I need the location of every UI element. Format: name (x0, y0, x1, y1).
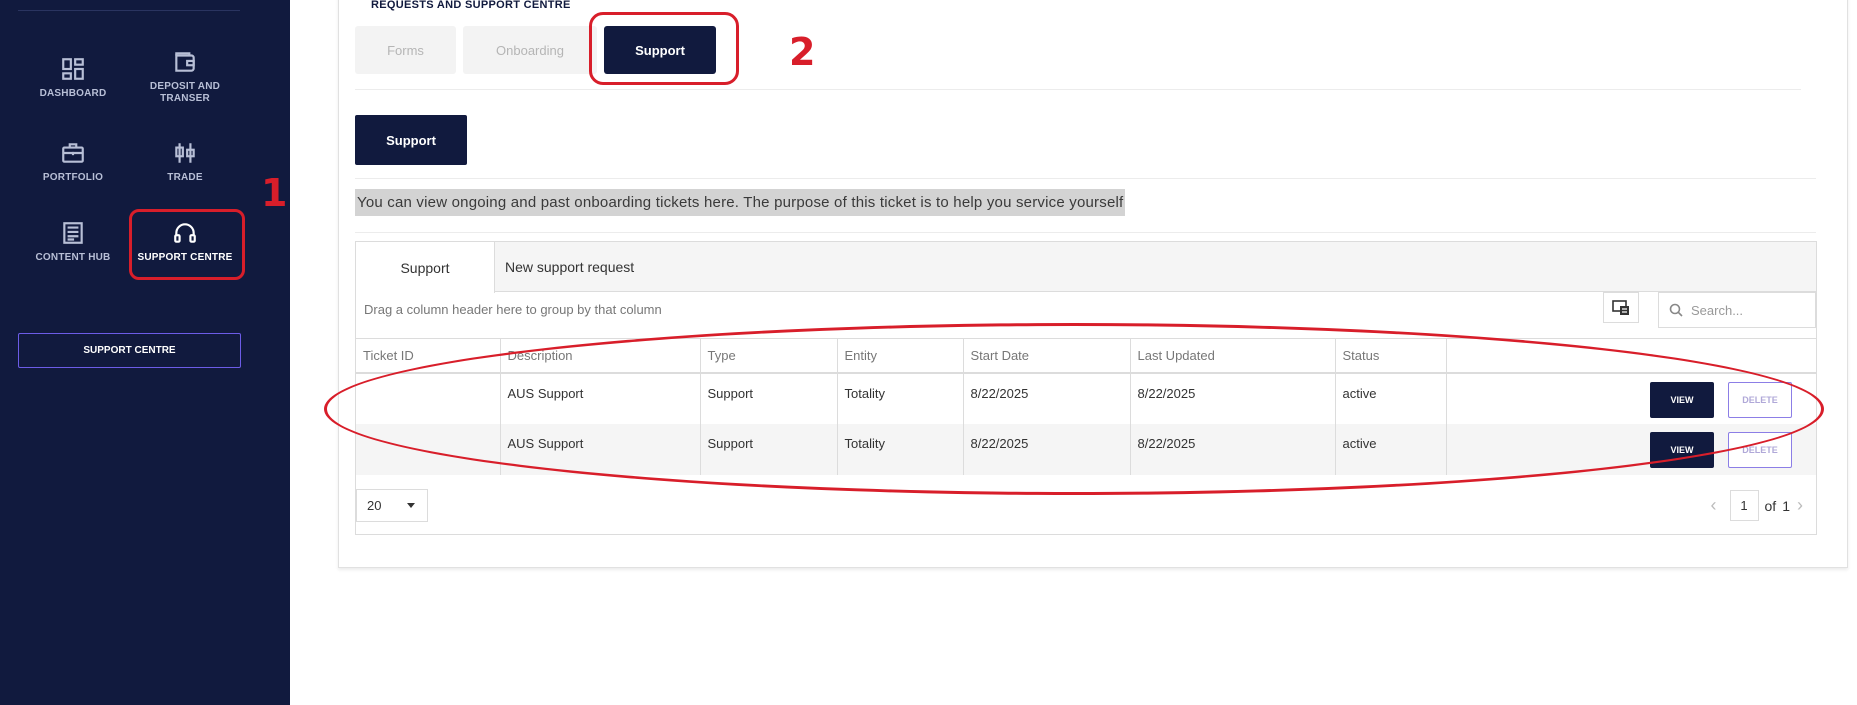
chevron-left-icon[interactable]: ‹ (1704, 495, 1724, 516)
caret-down-icon (407, 503, 415, 508)
newspaper-icon (63, 222, 83, 244)
annotation-number-1: 1 (261, 171, 288, 215)
annotation-ellipse-table (324, 323, 1824, 495)
pager-total: 1 (1782, 497, 1790, 514)
divider (355, 89, 1801, 90)
sidebar-item-dashboard[interactable]: DASHBOARD (18, 56, 128, 126)
grid-tabs: Support New support request (356, 242, 1816, 293)
sidebar-item-portfolio[interactable]: PORTFOLIO (18, 140, 128, 210)
grid-tab-support[interactable]: Support (356, 242, 495, 293)
sidebar-item-label: DASHBOARD (39, 88, 107, 99)
tab-forms[interactable]: Forms (355, 26, 456, 74)
group-panel[interactable]: Drag a column header here to group by th… (364, 302, 662, 317)
pager: ‹ 1 of 1 › (1704, 489, 1810, 522)
divider (355, 178, 1816, 179)
sidebar-item-label: PORTFOLIO (42, 172, 104, 183)
briefcase-icon (62, 143, 84, 163)
annotation-box-support-tab (589, 12, 739, 85)
page-size-value: 20 (367, 498, 382, 513)
sidebar-item-deposit[interactable]: DEPOSIT AND TRANSER (130, 49, 240, 119)
sidebar-item-trade[interactable]: TRADE (130, 140, 240, 210)
divider (355, 232, 1816, 233)
column-chooser-icon (1612, 299, 1629, 315)
grid-tab-new-support-request[interactable]: New support request (505, 242, 634, 292)
info-text: You can view ongoing and past onboarding… (355, 189, 1126, 216)
sidebar-item-content-hub[interactable]: CONTENT HUB (18, 220, 128, 290)
page-size-select[interactable]: 20 (356, 489, 428, 522)
search-icon (1669, 303, 1683, 317)
sidebar-item-label: TRADE (167, 172, 203, 183)
pager-of-label: of (1764, 497, 1777, 514)
page-number-input[interactable]: 1 (1729, 490, 1759, 521)
sidebar-item-label: CONTENT HUB (35, 252, 111, 263)
candlestick-icon (175, 143, 195, 163)
search-input[interactable] (1691, 302, 1801, 318)
page-title: REQUESTS AND SUPPORT CENTRE (371, 0, 571, 11)
chevron-right-icon[interactable]: › (1790, 495, 1810, 516)
sidebar-divider (18, 10, 240, 11)
column-chooser-button[interactable] (1603, 292, 1639, 323)
annotation-number-2: 2 (789, 30, 816, 74)
tab-onboarding[interactable]: Onboarding (463, 26, 597, 74)
dashboard-icon (62, 58, 84, 80)
support-centre-button[interactable]: SUPPORT CENTRE (18, 333, 241, 368)
sidebar: DASHBOARD DEPOSIT AND TRANSER PORTFOLIO … (0, 0, 290, 705)
search-field[interactable] (1658, 292, 1816, 328)
sidebar-item-label: DEPOSIT AND TRANSER (149, 81, 221, 104)
support-button[interactable]: Support (355, 115, 467, 165)
annotation-box-support-centre (129, 209, 245, 280)
wallet-icon (175, 52, 195, 72)
